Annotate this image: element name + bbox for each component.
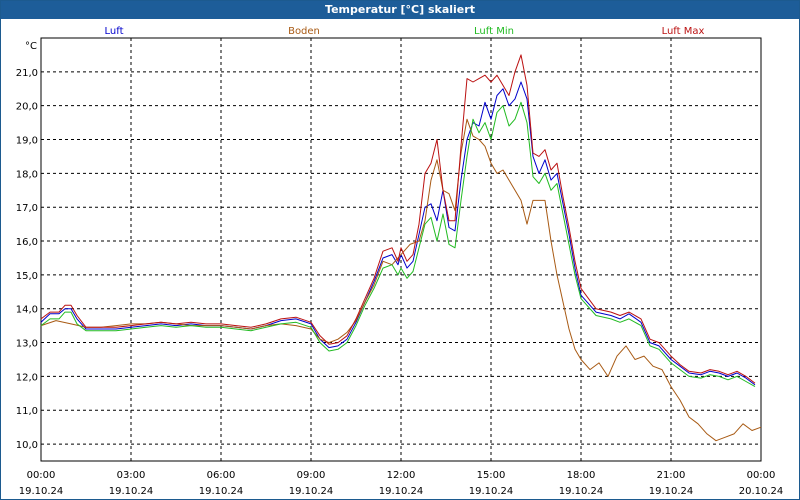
y-tick-label: 11,0 — [16, 406, 38, 417]
y-tick-label: 17,0 — [16, 203, 38, 214]
legend-entry: Luft Max — [662, 26, 705, 37]
x-tick-date-label: 19.10.24 — [559, 486, 604, 497]
y-tick-label: 19,0 — [16, 136, 38, 147]
x-tick-date-label: 19.10.24 — [199, 486, 244, 497]
x-tick-time-label: 18:00 — [567, 470, 596, 481]
legend-entry: Luft Min — [474, 26, 514, 37]
y-tick-label: 10,0 — [16, 440, 38, 451]
x-tick-time-label: 06:00 — [207, 470, 236, 481]
x-tick-time-label: 00:00 — [27, 470, 56, 481]
y-tick-label: 18,0 — [16, 169, 38, 180]
x-tick-date-label: 20.10.24 — [739, 486, 784, 497]
y-axis-unit-label: °C — [25, 41, 37, 52]
x-tick-time-label: 21:00 — [657, 470, 686, 481]
y-tick-label: 20,0 — [16, 102, 38, 113]
x-tick-date-label: 19.10.24 — [109, 486, 154, 497]
y-tick-label: 13,0 — [16, 339, 38, 350]
x-tick-date-label: 19.10.24 — [289, 486, 334, 497]
x-tick-date-label: 19.10.24 — [19, 486, 64, 497]
x-tick-time-label: 15:00 — [477, 470, 506, 481]
x-tick-time-label: 00:00 — [747, 470, 776, 481]
x-tick-time-label: 12:00 — [387, 470, 416, 481]
series-line — [40, 81, 756, 386]
y-tick-label: 12,0 — [16, 372, 38, 383]
legend-entry: Luft — [105, 26, 124, 37]
series-line — [40, 54, 756, 384]
x-tick-date-label: 19.10.24 — [379, 486, 424, 497]
x-tick-time-label: 09:00 — [297, 470, 326, 481]
chart-canvas: °C 10,011,012,013,014,015,016,017,018,01… — [16, 26, 784, 497]
x-tick-date-label: 19.10.24 — [469, 486, 514, 497]
y-axis-ticks: 10,0 11,0 12,0 13,0 14,0 15,0 16,0 17,0 18,0 19,0… — [16, 68, 38, 451]
y-tick-label: 21,0 — [16, 68, 38, 79]
x-tick-time-label: 03:00 — [117, 470, 146, 481]
legend: Luft Boden Luft Min Luft Max — [105, 26, 705, 37]
series-line — [40, 101, 756, 388]
y-tick-label: 14,0 — [16, 305, 38, 316]
x-axis-ticks: 00:00 19.10.24 03:00 19.10.24 06:00 19.10.24 0… — [19, 470, 784, 497]
chart-window: °C 10,0 11,0 12,0 13,0 14,0 15,0 16,0 17,0 18,0 1… — [0, 0, 800, 500]
chart-title: Temperatur [°C] skaliert — [1, 1, 799, 19]
legend-entry: Boden — [288, 26, 320, 37]
y-tick-label: 16,0 — [16, 237, 38, 248]
x-tick-date-label: 19.10.24 — [649, 486, 694, 497]
y-tick-label: 15,0 — [16, 271, 38, 282]
